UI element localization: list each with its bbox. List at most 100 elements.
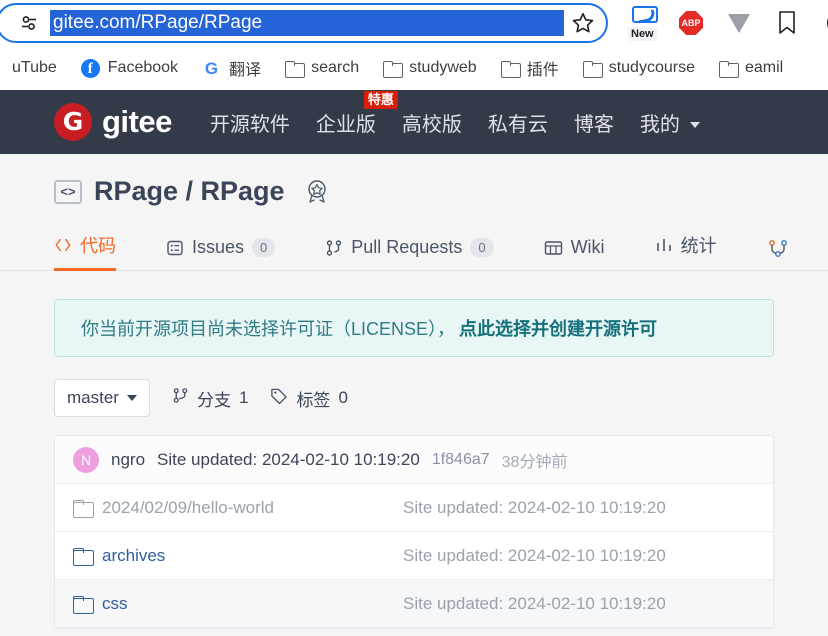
table-row[interactable]: 2024/02/09/hello-world Site updated: 202… (55, 484, 773, 532)
page-title[interactable]: RPage / RPage (94, 176, 285, 207)
pull-request-icon (325, 239, 343, 257)
promo-badge: 特惠 (363, 90, 398, 109)
branch-selector-label: master (67, 388, 119, 407)
bookmark-label: Facebook (107, 59, 179, 76)
tab-wiki-label: Wiki (570, 237, 605, 257)
file-commit-message: Site updated: 2024-02-10 10:19:20 (403, 497, 666, 517)
nav-link-mine[interactable]: 我的 (640, 108, 701, 137)
folder-icon (73, 595, 94, 614)
bookmark-item-facebook[interactable]: f Facebook (69, 55, 190, 82)
sliders-icon[interactable] (18, 12, 40, 34)
tab-code[interactable]: 代码 (54, 232, 140, 271)
file-name-cell[interactable]: css (73, 594, 403, 614)
tab-wiki[interactable]: Wiki (544, 237, 629, 270)
tab-issues-label: Issues (192, 237, 245, 257)
bookmark-item-studyweb[interactable]: studyweb (371, 55, 489, 81)
browser-chrome: gitee.com/RPage/RPage New ABP uTube f Fa… (0, 0, 828, 90)
bookmark-label: uTube (12, 59, 57, 76)
nav-link-enterprise[interactable]: 企业版 特惠 (316, 90, 398, 137)
bookmark-item-search[interactable]: search (273, 55, 371, 81)
folder-icon (285, 60, 306, 78)
tags-label: 标签 (296, 390, 331, 410)
facebook-icon: f (80, 58, 100, 78)
nav-link-mine-label: 我的 (639, 113, 680, 136)
bookmark-item-youtube[interactable]: uTube (0, 55, 69, 81)
branch-selector[interactable]: master (54, 379, 150, 417)
nav-link-opensource[interactable]: 开源软件 (210, 108, 290, 137)
tab-code-label: 代码 (80, 236, 116, 256)
tab-statistics-label: 统计 (680, 236, 717, 256)
table-row[interactable]: archives Site updated: 2024-02-10 10:19:… (55, 532, 773, 580)
license-notice: 你当前开源项目尚未选择许可证（LICENSE）， 点此选择并创建开源许可 (54, 299, 774, 357)
file-commit-message: Site updated: 2024-02-10 10:19:20 (403, 545, 666, 565)
gitee-logo-text: gitee (102, 104, 172, 139)
folder-icon (73, 499, 94, 518)
avatar[interactable]: N (73, 446, 99, 473)
bookmark-label: studyweb (409, 59, 477, 76)
file-name-label: archives (102, 545, 166, 565)
nav-link-privatecloud[interactable]: 私有云 (488, 108, 548, 137)
repo-tabs: 代码 Issues 0 Pull Requests 0 Wiki 统计 (0, 225, 828, 271)
nav-link-blog[interactable]: 博客 (574, 108, 614, 137)
folder-icon (383, 60, 404, 78)
site-nav-links: 开源软件 企业版 特惠 高校版 私有云 博客 我的 (210, 90, 701, 137)
adblock-plus-icon[interactable]: ABP (676, 8, 706, 38)
file-name-cell[interactable]: archives (73, 546, 403, 566)
file-browser-panel: N ngro Site updated: 2024-02-10 10:19:20… (54, 435, 774, 629)
url-text[interactable]: gitee.com/RPage/RPage (50, 10, 564, 36)
branches-label: 分支 (196, 390, 231, 410)
gitee-logo[interactable]: G gitee (54, 103, 172, 141)
nav-link-education[interactable]: 高校版 (402, 108, 462, 137)
bookmarks-bar: uTube f Facebook G 翻译 search studyweb 插件… (0, 46, 828, 90)
bookmark-item-plugins[interactable]: 插件 (489, 52, 571, 84)
bookmark-label: 插件 (526, 62, 559, 79)
tags-count: 0 (338, 388, 348, 407)
folder-icon (718, 60, 739, 78)
commit-hash[interactable]: 1f846a7 (432, 451, 490, 469)
bookmark-item-eamil[interactable]: eamil (707, 55, 795, 81)
new-capture-icon[interactable]: New (628, 6, 658, 41)
chart-icon (655, 237, 673, 253)
tag-icon (270, 387, 288, 409)
code-icon (54, 237, 72, 253)
bookmark-label: studycourse (608, 59, 695, 76)
tab-issues-count: 0 (252, 238, 276, 257)
commit-author[interactable]: ngro (111, 450, 145, 470)
star-icon[interactable] (570, 10, 596, 36)
file-name-label: 2024/02/09/hello-world (102, 497, 275, 517)
site-navbar: G gitee 开源软件 企业版 特惠 高校版 私有云 博客 我的 (0, 90, 828, 154)
table-row[interactable]: css Site updated: 2024-02-10 10:19:20 (55, 580, 773, 628)
gitee-logo-mark: G (54, 103, 92, 141)
address-bar[interactable]: gitee.com/RPage/RPage (0, 3, 608, 43)
google-icon: G (204, 58, 219, 78)
license-notice-link[interactable]: 点此选择并创建开源许可 (459, 315, 657, 341)
branches-count: 1 (238, 388, 249, 407)
folder-icon (73, 547, 94, 566)
code-brackets-icon: <> (54, 179, 82, 204)
repo-header: <> RPage / RPage (0, 154, 828, 207)
tags-link[interactable]: 标签 0 (270, 386, 348, 411)
bookmark-icon[interactable] (772, 8, 802, 38)
file-name-cell[interactable]: 2024/02/09/hello-world (73, 498, 403, 518)
tab-pull-requests[interactable]: Pull Requests 0 (325, 237, 517, 270)
bookmark-label: 翻译 (229, 62, 262, 79)
commit-message[interactable]: Site updated: 2024-02-10 10:19:20 (157, 450, 420, 470)
tab-issues[interactable]: Issues 0 (166, 237, 299, 270)
tab-pull-requests-count: 0 (470, 238, 494, 257)
new-capture-label: New (628, 27, 657, 41)
branches-link[interactable]: 分支 1 (172, 386, 248, 411)
v-chevron-icon[interactable] (724, 8, 754, 38)
browser-toolbar-icons: New ABP (628, 6, 828, 41)
branch-toolbar: master 分支 1 标签 0 (54, 379, 828, 417)
bookmark-label: eamil (744, 59, 784, 76)
bookmark-item-studycourse[interactable]: studycourse (571, 55, 707, 81)
bookmark-item-translate[interactable]: G 翻译 (190, 52, 273, 84)
folder-icon (582, 60, 603, 78)
chevron-down-icon (126, 395, 137, 401)
tab-network-graph[interactable] (767, 238, 821, 270)
award-badge-icon (303, 178, 331, 206)
key-icon[interactable] (820, 8, 828, 38)
bookmark-label: search (311, 59, 360, 76)
commit-time: 38分钟前 (501, 453, 568, 471)
tab-statistics[interactable]: 统计 (655, 232, 741, 270)
